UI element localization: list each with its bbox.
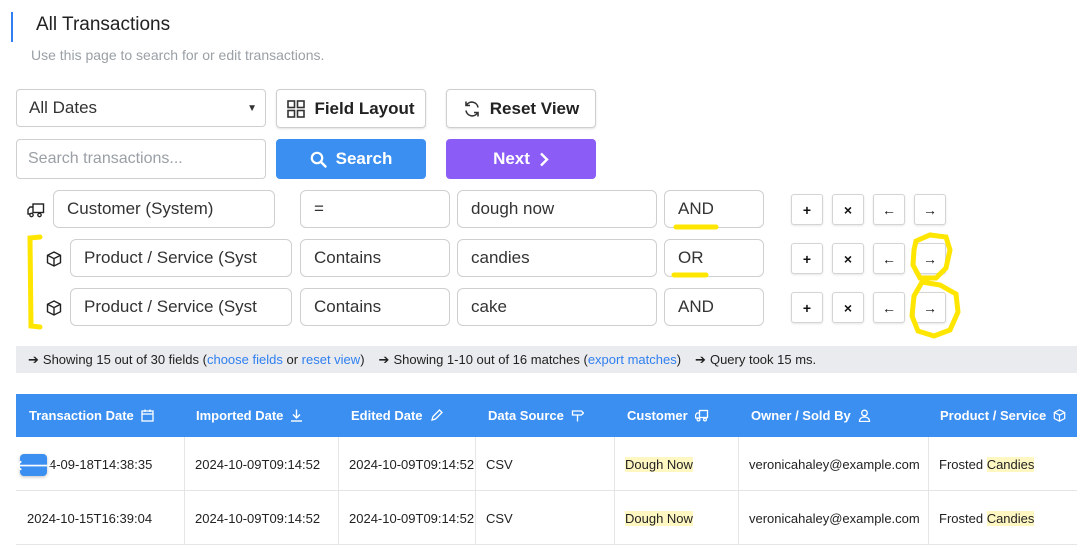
column-divider <box>475 437 476 491</box>
column-divider <box>738 437 739 491</box>
box-icon <box>1053 409 1066 422</box>
table-row[interactable]: 4-09-18T14:38:35 2024-10-09T09:14:52 202… <box>15 437 1077 491</box>
results-info-bar: ➔ Showing 15 out of 30 fields (choose fie… <box>16 346 1077 373</box>
cell-data-source: CSV <box>486 510 513 526</box>
truck-icon <box>694 409 709 422</box>
cell-customer: Dough Now <box>625 491 693 545</box>
column-header-owner[interactable]: Owner / Sold By <box>751 394 871 437</box>
calendar-icon <box>141 409 154 422</box>
customer-match-highlight: Dough Now <box>625 456 693 472</box>
table-header: Transaction Date Imported Date Edited Da… <box>16 394 1077 437</box>
column-divider <box>338 437 339 491</box>
annotation-circle-lower <box>909 279 961 339</box>
cell-product-service: Frosted Candies <box>939 510 1035 526</box>
customer-match-highlight: Dough Now <box>625 510 693 526</box>
pencil-icon <box>430 409 443 422</box>
reset-view-link[interactable]: reset view <box>302 352 361 367</box>
annotation-circle-upper <box>910 232 953 281</box>
cell-transaction-date: 2024-10-15T16:39:04 <box>27 510 153 526</box>
fields-summary: ➔ Showing 15 out of 30 fields (choose fie… <box>28 351 365 367</box>
product-match-highlight: Candies <box>986 456 1035 472</box>
user-icon <box>858 409 871 422</box>
column-divider <box>928 491 929 545</box>
annotation-bracket <box>27 234 43 330</box>
arrow-right-icon: ➔ <box>695 351 706 367</box>
cell-owner: veronicahaley@example.com <box>749 510 920 526</box>
column-divider <box>184 491 185 545</box>
column-divider <box>614 491 615 545</box>
product-match-highlight: Candies <box>986 510 1035 526</box>
column-header-transaction-date[interactable]: Transaction Date <box>29 394 154 437</box>
column-divider <box>475 491 476 545</box>
matches-summary: ➔ Showing 1-10 out of 16 matches (export … <box>378 351 682 367</box>
column-header-product-service[interactable]: Product / Service <box>940 394 1066 437</box>
signpost-icon <box>571 409 584 422</box>
arrow-left-icon: 🡐 <box>14 456 53 473</box>
annotation-marks <box>27 224 961 339</box>
cell-data-source: CSV <box>486 456 513 472</box>
export-matches-link[interactable]: export matches <box>588 352 677 367</box>
cell-transaction-date: 4-09-18T14:38:35 <box>49 456 153 472</box>
column-header-imported-date[interactable]: Imported Date <box>196 394 303 437</box>
column-divider <box>614 437 615 491</box>
table-row[interactable]: 2024-10-15T16:39:04 2024-10-09T09:14:52 … <box>16 491 1077 545</box>
column-divider <box>338 491 339 545</box>
download-icon <box>290 409 303 422</box>
column-header-edited-date[interactable]: Edited Date <box>351 394 443 437</box>
scroll-left-button[interactable]: 🡐 <box>15 454 52 476</box>
cell-product-service: Frosted Candies <box>939 456 1035 472</box>
cell-imported-date: 2024-10-09T09:14:52 <box>195 510 321 526</box>
cell-imported-date: 2024-10-09T09:14:52 <box>195 456 321 472</box>
column-divider <box>928 437 929 491</box>
cell-customer: Dough Now <box>625 437 693 491</box>
choose-fields-link[interactable]: choose fields <box>207 352 283 367</box>
column-header-data-source[interactable]: Data Source <box>488 394 584 437</box>
cell-owner: veronicahaley@example.com <box>749 456 920 472</box>
arrow-right-icon: ➔ <box>28 351 39 367</box>
query-time: ➔ Query took 15 ms. <box>695 351 817 367</box>
arrow-right-icon: ➔ <box>378 351 390 367</box>
cell-edited-date: 2024-10-09T09:14:52 <box>349 510 475 526</box>
column-header-customer[interactable]: Customer <box>627 394 709 437</box>
column-divider <box>184 437 185 491</box>
cell-edited-date: 2024-10-09T09:14:52 <box>349 456 475 472</box>
column-divider <box>738 491 739 545</box>
